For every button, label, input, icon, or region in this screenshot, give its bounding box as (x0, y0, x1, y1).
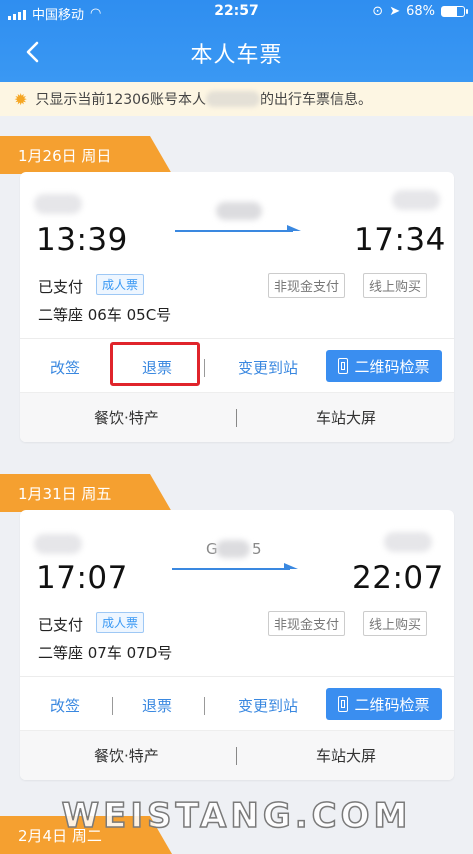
date-tab: 1月31日 周五 (0, 474, 172, 512)
direction-arrow-icon (175, 225, 301, 232)
notice-text-before: 只显示当前12306账号本人 (35, 92, 206, 108)
action-separator (204, 697, 205, 715)
ticket-type-badge: 成人票 (96, 612, 145, 633)
footer-separator (236, 409, 237, 427)
ticket-type-badge: 成人票 (96, 274, 145, 295)
ticket-card[interactable]: 13:39 17:34 已支付 成人票 非现金支付 线上购买 二等座 06车 0… (20, 172, 454, 442)
phone-icon (338, 696, 349, 712)
notice-text-after: 的出行车票信息。 (259, 92, 372, 108)
divider (20, 676, 454, 677)
train-number-redacted (216, 202, 262, 220)
qr-checkin-button[interactable]: 二维码检票 (326, 688, 442, 720)
action-separator (112, 359, 113, 377)
refund-button[interactable]: 退票 (124, 350, 190, 384)
arrive-time: 22:07 (352, 560, 444, 596)
card-footer: 餐饮·特产 车站大屏 (20, 392, 454, 442)
app-header: 中国移动 ◠ 22:57 ⊙ ➤ 68% 本人车票 (0, 0, 473, 82)
depart-time: 13:39 (36, 222, 128, 258)
change-destination-button[interactable]: 变更到站 (226, 350, 310, 384)
depart-time: 17:07 (36, 560, 128, 596)
divider (20, 338, 454, 339)
train-number-right: 5 (252, 540, 262, 558)
station-screen-link[interactable]: 车站大屏 (316, 407, 376, 428)
action-separator (204, 359, 205, 377)
purchase-channel-tag: 线上购买 (363, 611, 428, 636)
rotation-lock-icon: ⊙ (372, 4, 384, 19)
depart-station-redacted (34, 194, 82, 214)
status-bar: 中国移动 ◠ 22:57 ⊙ ➤ 68% (0, 0, 473, 24)
navbar: 本人车票 (0, 24, 473, 82)
ticket-card[interactable]: G 5 17:07 22:07 已支付 成人票 非现金支付 线上购买 二等座 0… (20, 510, 454, 780)
pay-status: 已支付 (38, 278, 84, 296)
arrive-time: 17:34 (354, 222, 446, 258)
date-label: 1月26日 周日 (18, 146, 112, 165)
payment-method-tag: 非现金支付 (268, 611, 346, 636)
watermark: WEISTANG.COM (61, 795, 412, 837)
refund-button[interactable]: 退票 (124, 688, 190, 722)
arrive-station-redacted (384, 532, 432, 552)
page-title: 本人车票 (190, 43, 283, 68)
qr-checkin-button[interactable]: 二维码检票 (326, 350, 442, 382)
payment-method-tag: 非现金支付 (268, 273, 346, 298)
seat-info: 二等座 07车 07D号 (38, 644, 173, 662)
qr-checkin-label: 二维码检票 (354, 357, 430, 376)
notice-bar: ✹ 只显示当前12306账号本人 的出行车票信息。 (0, 82, 473, 116)
date-tab: 1月26日 周日 (0, 136, 172, 174)
change-destination-button[interactable]: 变更到站 (226, 688, 310, 722)
battery-percent: 68% (406, 4, 435, 19)
qr-checkin-label: 二维码检票 (354, 695, 430, 714)
food-specialty-link[interactable]: 餐饮·特产 (94, 745, 159, 766)
date-label: 1月31日 周五 (18, 484, 112, 503)
purchase-channel-tag: 线上购买 (363, 273, 428, 298)
train-number-redacted (216, 540, 250, 558)
station-screen-link[interactable]: 车站大屏 (316, 745, 376, 766)
food-specialty-link[interactable]: 餐饮·特产 (94, 407, 159, 428)
lightbulb-icon: ✹ (14, 89, 28, 109)
direction-arrow-icon (172, 563, 298, 570)
arrive-station-redacted (392, 190, 440, 210)
battery-icon (441, 6, 468, 17)
card-footer: 餐饮·特产 车站大屏 (20, 730, 454, 780)
pay-status: 已支付 (38, 616, 84, 634)
phone-icon (338, 358, 349, 374)
location-icon: ➤ (389, 4, 401, 19)
status-right: ⊙ ➤ 68% (372, 4, 468, 19)
redacted-name (205, 91, 260, 107)
seat-info: 二等座 06车 05C号 (38, 306, 172, 324)
change-ticket-button[interactable]: 改签 (34, 350, 96, 384)
footer-separator (236, 747, 237, 765)
action-separator (112, 697, 113, 715)
change-ticket-button[interactable]: 改签 (34, 688, 96, 722)
depart-station-redacted (34, 534, 82, 554)
